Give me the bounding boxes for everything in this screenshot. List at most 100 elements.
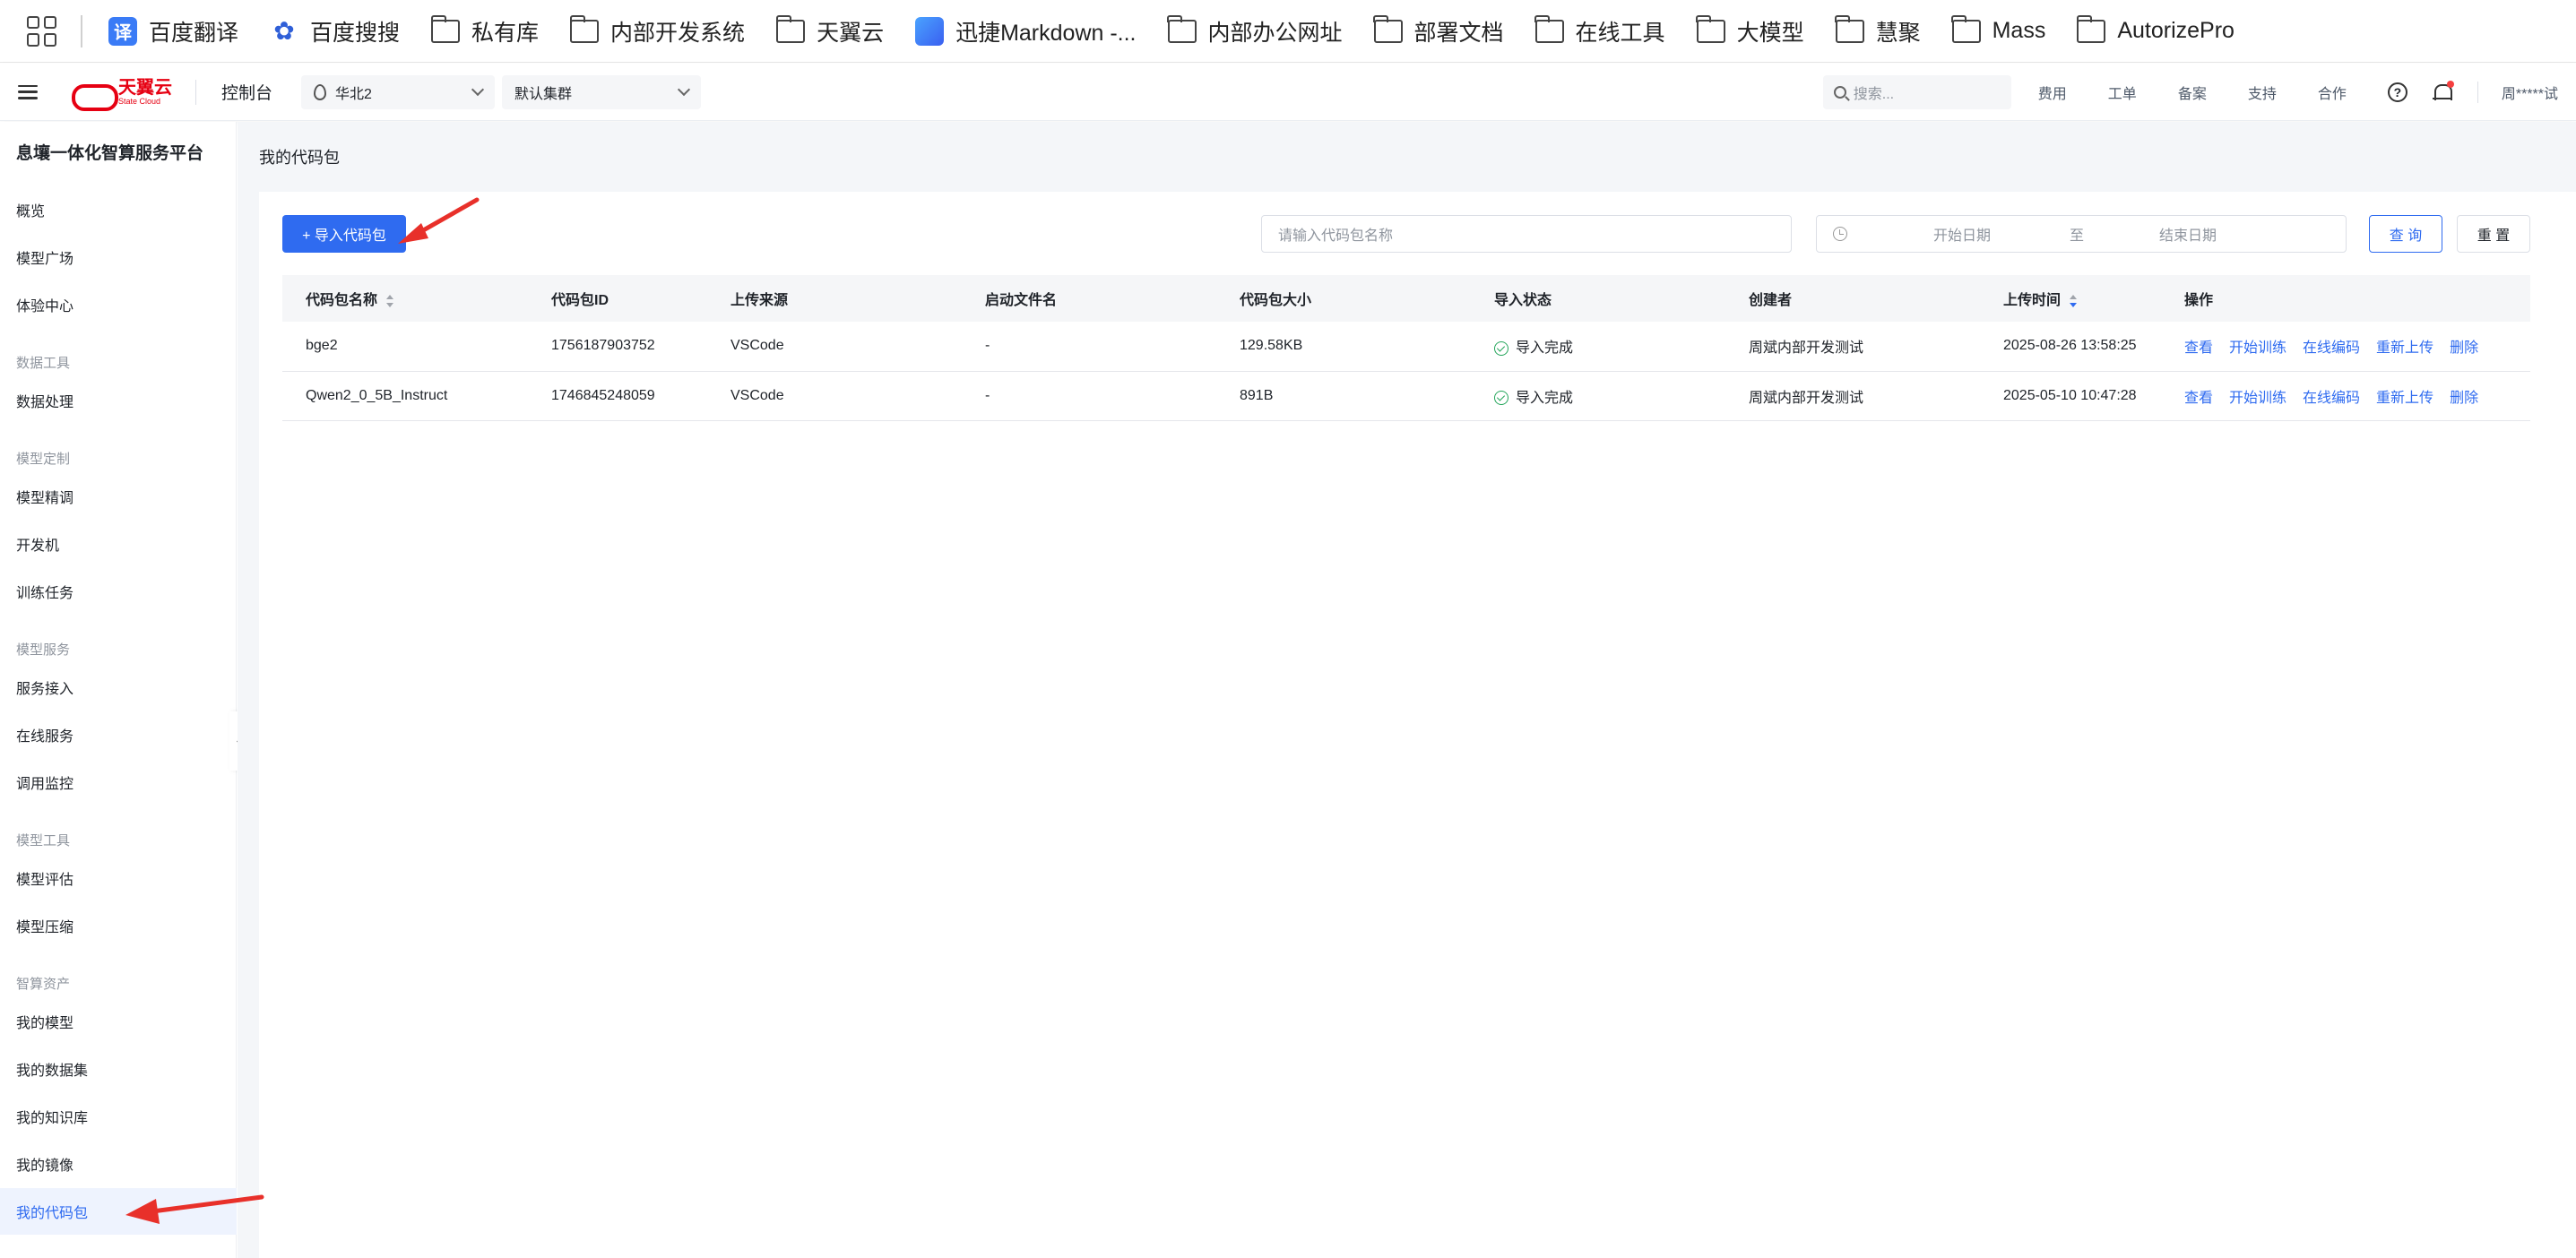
sidebar-item[interactable]: 我的知识库 [0, 1093, 237, 1140]
search-input[interactable]: 搜索... [1822, 74, 2011, 109]
col-actions-header: 操作 [2161, 275, 2530, 322]
table-header: 代码包名称 代码包ID 上传来源 启动文件名 代码包大小 导入状态 创建者 上传… [282, 275, 2530, 322]
date-range-picker[interactable]: 开始日期 至 结束日期 [1816, 215, 2347, 253]
markdown-icon [914, 16, 945, 47]
bookmarks-divider [81, 14, 82, 47]
console-link[interactable]: 控制台 [221, 80, 272, 104]
online-coding-button[interactable]: 在线编码 [2303, 391, 2360, 406]
link-cooperation[interactable]: 合作 [2318, 82, 2347, 103]
sidebar-item[interactable]: 模型评估 [0, 855, 237, 901]
bookmark-label: 大模型 [1736, 20, 1804, 46]
cluster-select[interactable]: 默认集群 [502, 74, 702, 109]
date-start[interactable]: 开始日期 [1933, 223, 2041, 245]
col-name-header[interactable]: 代码包名称 [282, 275, 528, 322]
bookmark-item[interactable]: 天翼云 [775, 14, 885, 47]
sort-icon[interactable] [2070, 294, 2078, 307]
sidebar-item[interactable]: 在线服务 [0, 711, 237, 758]
sidebar-item[interactable]: 模型广场 [0, 234, 237, 280]
package-name-search-input[interactable]: 请输入代码包名称 [1261, 215, 1792, 253]
sidebar-item[interactable]: 概览 [0, 186, 237, 233]
sidebar-group-label: 智算资产 [16, 977, 71, 992]
bookmarks-list: 译百度翻译 ✿ 百度搜搜 私有库 内部开发系统 天翼云 迅捷Markdown -... 内部办… [108, 14, 2265, 47]
main-content: 我的代码包 + 导入代码包 请输入代码包名称 开始日期 至 结束日期 查 询 重… [238, 122, 2576, 1258]
col-name-label: 代码包名称 [306, 293, 378, 308]
query-button[interactable]: 查 询 [2369, 215, 2442, 253]
bookmark-item[interactable]: 译百度翻译 [108, 15, 238, 47]
bookmark-item[interactable]: 部署文档 [1373, 14, 1504, 47]
view-button[interactable]: 查看 [2184, 340, 2213, 356]
col-status-header: 导入状态 [1471, 275, 1725, 322]
col-time-header[interactable]: 上传时间 [1980, 275, 2161, 322]
header-divider [195, 79, 196, 105]
date-end[interactable]: 结束日期 [2159, 223, 2217, 245]
reset-button[interactable]: 重 置 [2457, 215, 2530, 253]
reupload-button[interactable]: 重新上传 [2376, 391, 2433, 406]
region-select[interactable]: 华北2 [301, 74, 496, 109]
folder-icon [1373, 14, 1404, 47]
bookmark-label: 迅捷Markdown -... [955, 20, 1137, 46]
link-support[interactable]: 支持 [2248, 82, 2277, 103]
start-training-button[interactable]: 开始训练 [2229, 340, 2286, 356]
sidebar-item[interactable]: 我的数据集 [0, 1046, 237, 1092]
sort-icon[interactable] [386, 294, 394, 307]
delete-button[interactable]: 删除 [2450, 340, 2478, 356]
cell-entry: - [962, 371, 1216, 421]
folder-icon [1835, 14, 1865, 47]
cell-time: 2025-05-10 10:47:28 [1980, 371, 2161, 421]
bookmark-item[interactable]: 慧聚 [1835, 14, 1921, 47]
bookmark-item[interactable]: 在线工具 [1534, 14, 1665, 47]
col-size-header: 代码包大小 [1216, 275, 1471, 322]
cell-id: 1746845248059 [528, 371, 707, 421]
online-coding-button[interactable]: 在线编码 [2303, 340, 2360, 356]
bookmark-item[interactable]: AutorizePro [2076, 14, 2235, 47]
start-training-button[interactable]: 开始训练 [2229, 391, 2286, 406]
chevron-down-icon [677, 82, 691, 97]
bookmark-item[interactable]: 私有库 [430, 14, 540, 47]
cell-status: 导入完成 [1471, 322, 1725, 372]
bookmark-item[interactable]: 内部办公网址 [1167, 14, 1343, 47]
check-circle-icon [1494, 341, 1508, 357]
chevron-down-icon [471, 82, 485, 97]
cell-actions: 查看 开始训练 在线编码 重新上传 删除 [2161, 371, 2530, 421]
folder-icon [569, 14, 600, 47]
notification-dot [2446, 80, 2454, 88]
search-icon [1833, 85, 1846, 99]
sidebar-item[interactable]: 体验中心 [0, 281, 237, 328]
sidebar-item[interactable]: 开发机 [0, 521, 237, 567]
menu-icon[interactable] [18, 84, 38, 99]
col-time-label: 上传时间 [2003, 293, 2062, 308]
sidebar-item[interactable]: 我的模型 [0, 998, 237, 1045]
sidebar-item[interactable]: 训练任务 [0, 568, 237, 615]
ctyun-logo[interactable]: 天翼云 State Cloud [70, 79, 172, 111]
apps-grid-icon[interactable] [27, 15, 57, 47]
sidebar-item[interactable]: 模型压缩 [0, 902, 237, 949]
sidebar-item[interactable]: 模型精调 [0, 473, 237, 520]
bookmark-label: 私有库 [471, 20, 540, 46]
delete-button[interactable]: 删除 [2450, 391, 2478, 406]
bookmark-item[interactable]: Mass [1951, 14, 2046, 47]
cell-id: 1756187903752 [528, 322, 707, 372]
bookmark-label: 部署文档 [1413, 20, 1504, 46]
link-billing[interactable]: 费用 [2038, 82, 2067, 103]
sidebar-item[interactable]: 服务接入 [0, 664, 237, 711]
sidebar-item[interactable]: 调用监控 [0, 759, 237, 806]
link-tickets[interactable]: 工单 [2108, 82, 2137, 103]
bookmark-label: 天翼云 [817, 20, 885, 46]
check-circle-icon [1494, 391, 1508, 406]
folder-icon [1534, 14, 1565, 47]
sidebar-item[interactable]: 数据处理 [0, 377, 237, 424]
reupload-button[interactable]: 重新上传 [2376, 340, 2433, 356]
notification-bell-icon[interactable] [2432, 80, 2454, 102]
platform-title: 息壤一体化智算服务平台 [16, 144, 204, 163]
bookmark-item[interactable]: 内部开发系统 [569, 14, 745, 47]
help-icon[interactable]: ? [2387, 82, 2407, 102]
cell-entry: - [962, 322, 1216, 372]
user-account[interactable]: 周*****试 [2477, 81, 2558, 103]
view-button[interactable]: 查看 [2184, 391, 2213, 406]
bookmark-item[interactable]: 大模型 [1696, 14, 1804, 47]
import-code-package-button[interactable]: + 导入代码包 [282, 215, 406, 253]
link-icp[interactable]: 备案 [2178, 82, 2207, 103]
bookmark-item[interactable]: ✿ 百度搜搜 [269, 15, 400, 47]
bookmark-item[interactable]: 迅捷Markdown -... [914, 15, 1137, 47]
bookmark-label: Mass [1992, 18, 2046, 43]
